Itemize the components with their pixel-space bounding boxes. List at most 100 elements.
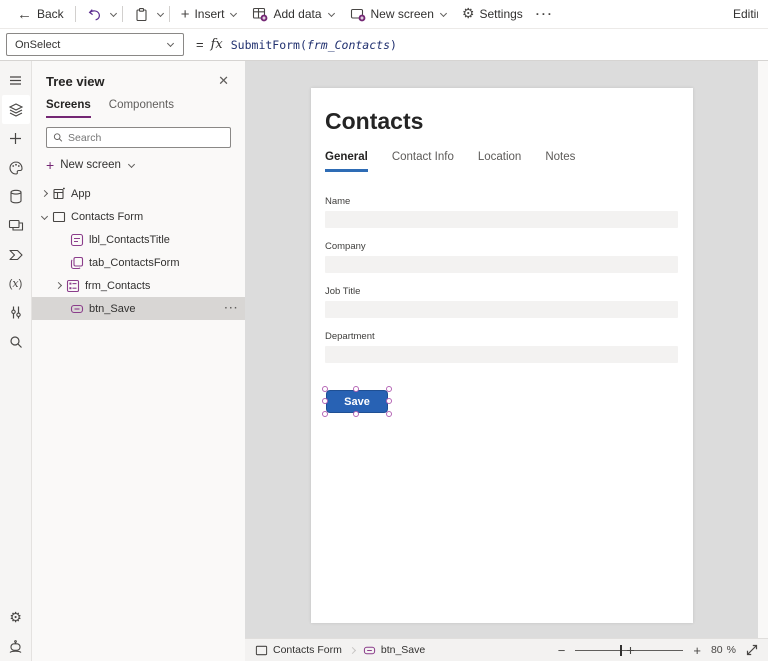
form-field-department: Department (325, 331, 679, 363)
fit-marker-icon (627, 647, 634, 654)
screen-tab-general[interactable]: General (325, 151, 368, 172)
tree-view-rail-icon[interactable] (2, 95, 30, 124)
selection-handle[interactable] (322, 411, 328, 417)
company-input[interactable] (325, 256, 678, 273)
selection-handle[interactable] (386, 398, 392, 404)
equals-sign: = (196, 37, 204, 52)
zoom-slider-handle[interactable] (620, 645, 623, 656)
selection-handle[interactable] (322, 398, 328, 404)
zoom-out-icon[interactable]: − (558, 643, 566, 658)
field-label: Name (325, 196, 679, 207)
new-screen-button[interactable]: New screen (343, 1, 455, 27)
zoom-in-icon[interactable]: + (693, 643, 701, 658)
tree-item-tab-contactsform[interactable]: tab_ContactsForm (32, 251, 245, 274)
canvas-scrollbar[interactable] (758, 61, 768, 638)
back-button[interactable]: ← Back (10, 1, 71, 27)
tab-components[interactable]: Components (109, 99, 174, 118)
editing-indicator[interactable]: Editing (728, 7, 758, 21)
zoom-slider[interactable] (575, 645, 683, 656)
gear-icon: ⚙ (9, 610, 22, 626)
breadcrumb-chevron-icon (349, 646, 356, 653)
add-data-button[interactable]: Add data (245, 1, 342, 27)
job-title-input[interactable] (325, 301, 678, 318)
hamburger-menu-icon[interactable] (2, 66, 30, 95)
add-data-icon (252, 6, 268, 22)
screen-tab-notes[interactable]: Notes (545, 151, 575, 172)
label-icon (70, 233, 84, 247)
more-commands-icon[interactable]: ··· (530, 7, 560, 21)
design-canvas[interactable]: Contacts General Contact Info Location N… (245, 61, 768, 638)
undo-button[interactable] (80, 1, 109, 27)
breadcrumb-screen[interactable]: Contacts Form (255, 644, 342, 657)
selection-handle[interactable] (322, 386, 328, 392)
editing-label: Editing (733, 7, 758, 21)
undo-dropdown-chevron-icon[interactable] (110, 9, 117, 16)
tree-item-frm-contacts[interactable]: frm_Contacts (32, 274, 245, 297)
form-field-company: Company (325, 241, 679, 273)
canvas-column: Contacts General Contact Info Location N… (245, 61, 768, 661)
selection-handle[interactable] (386, 411, 392, 417)
toolbar-divider (122, 6, 123, 22)
toolbar-divider (169, 6, 170, 22)
form-icon (66, 279, 80, 293)
chevron-down-icon[interactable] (41, 213, 48, 220)
zoom-percent-sign: % (727, 644, 736, 656)
property-selector[interactable]: OnSelect (6, 33, 184, 56)
tree-item-app[interactable]: App (32, 182, 245, 205)
save-button[interactable]: Save (326, 390, 388, 413)
selection-handle[interactable] (353, 386, 359, 392)
selection-handle[interactable] (353, 411, 359, 417)
paste-button[interactable] (127, 1, 156, 27)
formula-function: SubmitForm( (231, 38, 307, 52)
department-input[interactable] (325, 346, 678, 363)
name-input[interactable] (325, 211, 678, 228)
back-arrow-icon: ← (17, 6, 32, 23)
screen-tab-location[interactable]: Location (478, 151, 521, 172)
tree-item-contacts-form[interactable]: Contacts Form (32, 205, 245, 228)
chevron-right-icon[interactable] (55, 282, 62, 289)
more-options-icon[interactable]: ··· (225, 303, 240, 314)
tree-item-label: App (71, 188, 239, 200)
selection-handle[interactable] (386, 386, 392, 392)
zoom-percentage: 80 (711, 644, 723, 656)
contact-form: Name Company Job Title Department (325, 196, 679, 363)
screens-tree: App Contacts Form lbl_ContactsTitle tab_… (32, 182, 245, 320)
fit-to-window-icon[interactable] (746, 644, 758, 656)
palette-icon[interactable] (2, 153, 30, 182)
form-field-job-title: Job Title (325, 286, 679, 318)
power-automate-icon[interactable] (2, 240, 30, 269)
chevron-right-icon[interactable] (41, 190, 48, 197)
tree-item-label: frm_Contacts (85, 280, 239, 292)
add-data-chevron-icon (327, 9, 334, 16)
copilot-icon[interactable] (2, 632, 30, 661)
variables-icon[interactable]: (x) (2, 269, 30, 298)
insert-button[interactable]: + Insert (174, 1, 246, 27)
panel-title: Tree view (46, 74, 105, 89)
tree-item-label: btn_Save (89, 303, 220, 315)
search-input[interactable] (68, 132, 224, 144)
new-screen-tree-button[interactable]: + New screen (32, 148, 245, 180)
insert-rail-icon[interactable] (2, 124, 30, 153)
field-label: Company (325, 241, 679, 252)
tree-item-lbl-contactstitle[interactable]: lbl_ContactsTitle (32, 228, 245, 251)
close-icon[interactable]: ✕ (214, 71, 233, 91)
formula-input[interactable]: SubmitForm(frm_Contacts) (231, 38, 397, 52)
search-box[interactable] (46, 127, 231, 148)
new-screen-tree-label: New screen (60, 159, 121, 171)
app-screen[interactable]: Contacts General Contact Info Location N… (311, 88, 693, 623)
search-icon (53, 132, 63, 143)
form-field-name: Name (325, 196, 679, 228)
search-rail-icon[interactable] (2, 327, 30, 356)
tree-item-label: lbl_ContactsTitle (89, 234, 239, 246)
advanced-tools-icon[interactable] (2, 298, 30, 327)
paste-dropdown-chevron-icon[interactable] (157, 9, 164, 16)
tab-screens[interactable]: Screens (46, 99, 91, 118)
screen-title[interactable]: Contacts (325, 108, 693, 135)
media-icon[interactable] (2, 211, 30, 240)
data-icon[interactable] (2, 182, 30, 211)
settings-rail-icon[interactable]: ⚙ (2, 603, 30, 632)
breadcrumb-control[interactable]: btn_Save (363, 644, 425, 657)
tree-item-btn-save[interactable]: btn_Save ··· (32, 297, 245, 320)
settings-button[interactable]: ⚙ Settings (455, 1, 530, 27)
screen-tab-contact-info[interactable]: Contact Info (392, 151, 454, 172)
